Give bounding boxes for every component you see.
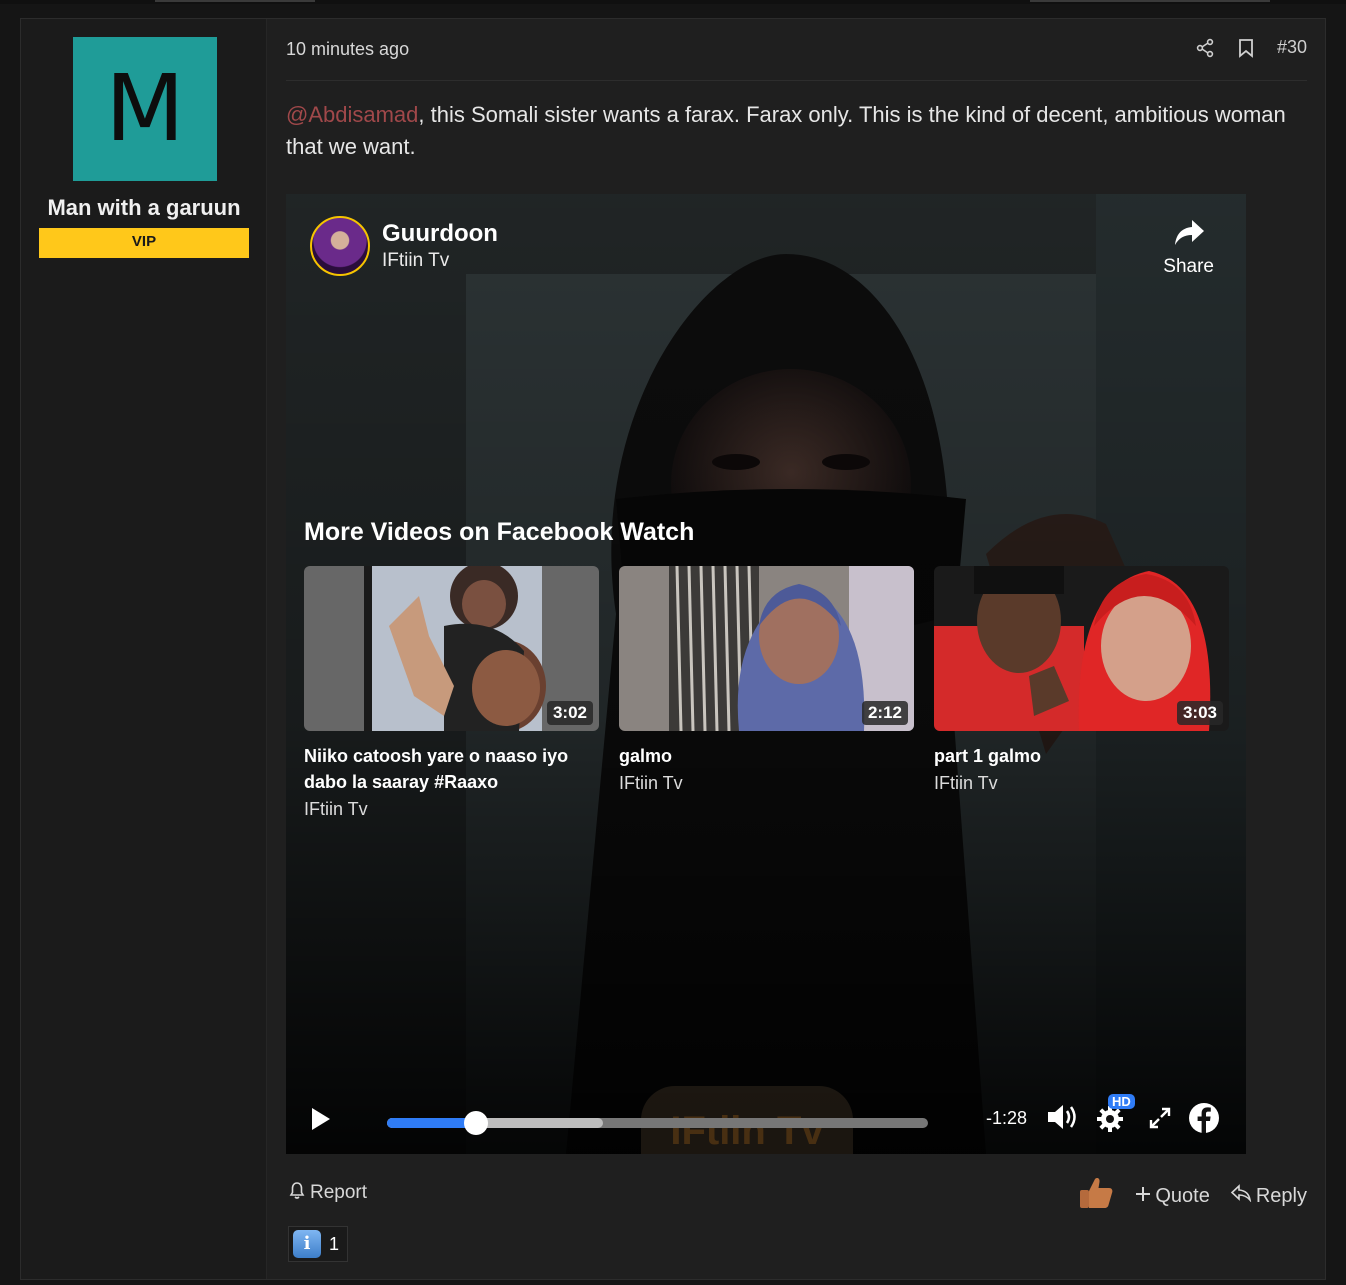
bookmark-icon[interactable] <box>1237 38 1255 58</box>
suggested-video-title[interactable]: part 1 galmo <box>934 743 1229 769</box>
forum-post: M Man with a garuun VIP 10 minutes ago # <box>20 18 1326 1280</box>
username[interactable]: Man with a garuun <box>21 195 267 221</box>
video-page-name[interactable]: IFtiin Tv <box>382 250 498 272</box>
video-controls: IFtiin Tv -1:28 HD <box>286 1084 1246 1154</box>
post-actions: Quote Reply <box>1077 1174 1307 1218</box>
video-thumbnail[interactable]: 3:02 <box>304 566 599 731</box>
reply-button[interactable]: Reply <box>1230 1184 1307 1208</box>
post-footer: Report Quote Reply <box>286 1174 1307 1214</box>
facebook-video-embed[interactable]: Guurdoon IFtiin Tv Share More Videos on … <box>286 194 1246 1154</box>
progress-handle[interactable] <box>464 1111 489 1135</box>
settings-gear-icon[interactable] <box>1095 1104 1125 1139</box>
top-strip <box>0 0 1346 4</box>
fullscreen-icon[interactable] <box>1148 1106 1172 1135</box>
reaction-summary[interactable]: i 1 <box>288 1226 349 1262</box>
reply-label: Reply <box>1255 1184 1307 1207</box>
reaction-count: 1 <box>329 1233 340 1254</box>
info-reaction-icon: i <box>293 1230 321 1258</box>
user-avatar[interactable]: M <box>73 37 217 181</box>
video-thumbnail[interactable]: 2:12 <box>619 566 914 731</box>
report-label: Report <box>310 1182 368 1203</box>
play-icon[interactable] <box>310 1106 332 1137</box>
video-duration: 3:02 <box>546 701 593 725</box>
suggested-video[interactable]: 3:03 part 1 galmo IFtiin Tv <box>934 566 1229 820</box>
share-label: Share <box>1163 256 1214 277</box>
video-duration: 3:03 <box>1176 701 1223 725</box>
suggested-video-channel[interactable]: IFtiin Tv <box>619 773 914 794</box>
post-number[interactable]: #30 <box>1277 37 1307 58</box>
report-link[interactable]: Report <box>288 1180 367 1206</box>
user-pane: M Man with a garuun VIP <box>21 19 267 1279</box>
video-thumbnail[interactable]: 3:03 <box>934 566 1229 731</box>
suggested-video[interactable]: 2:12 galmo IFtiin Tv <box>619 566 914 820</box>
reply-arrow-icon <box>1230 1184 1252 1208</box>
post-timestamp[interactable]: 10 minutes ago <box>286 39 409 60</box>
bell-icon <box>288 1180 306 1206</box>
played-progress <box>387 1118 477 1128</box>
post-meta-actions: #30 <box>1195 37 1307 58</box>
message-text: , this Somali sister wants a farax. Fara… <box>286 102 1286 159</box>
quote-label: Quote <box>1155 1184 1210 1207</box>
suggested-video-channel[interactable]: IFtiin Tv <box>934 773 1229 794</box>
time-remaining: -1:28 <box>986 1108 1028 1128</box>
plus-icon <box>1135 1185 1151 1208</box>
post-message: @Abdisamad, this Somali sister wants a f… <box>286 99 1306 163</box>
suggested-video[interactable]: 3:02 Niiko catoosh yare o naaso iyo dabo… <box>304 566 599 820</box>
suggested-videos: 3:02 Niiko catoosh yare o naaso iyo dabo… <box>304 566 1229 820</box>
video-share-button[interactable]: Share <box>1163 216 1214 278</box>
suggested-video-title[interactable]: Niiko catoosh yare o naaso iyo dabo la s… <box>304 743 599 795</box>
hd-badge: HD <box>1108 1094 1135 1109</box>
user-mention[interactable]: @Abdisamad <box>286 102 418 127</box>
user-badge: VIP <box>39 228 249 258</box>
suggested-video-channel[interactable]: IFtiin Tv <box>304 799 599 820</box>
video-title[interactable]: Guurdoon <box>382 220 498 248</box>
like-thumbs-up-icon[interactable] <box>1077 1174 1115 1218</box>
video-duration: 2:12 <box>861 701 908 725</box>
post-meta: 10 minutes ago #30 <box>286 19 1307 81</box>
post-main: 10 minutes ago #30 @Abdisamad, this Soma… <box>286 19 1325 1279</box>
more-videos-title: More Videos on Facebook Watch <box>304 518 695 546</box>
video-header: Guurdoon IFtiin Tv <box>310 216 498 276</box>
quote-button[interactable]: Quote <box>1135 1184 1210 1208</box>
video-progress-bar[interactable] <box>387 1111 928 1135</box>
facebook-logo-icon[interactable] <box>1188 1102 1220 1139</box>
share-arrow-icon <box>1163 216 1214 256</box>
share-icon[interactable] <box>1195 38 1215 58</box>
page-avatar[interactable] <box>310 216 370 276</box>
suggested-video-title[interactable]: galmo <box>619 743 914 769</box>
volume-icon[interactable] <box>1046 1102 1080 1137</box>
